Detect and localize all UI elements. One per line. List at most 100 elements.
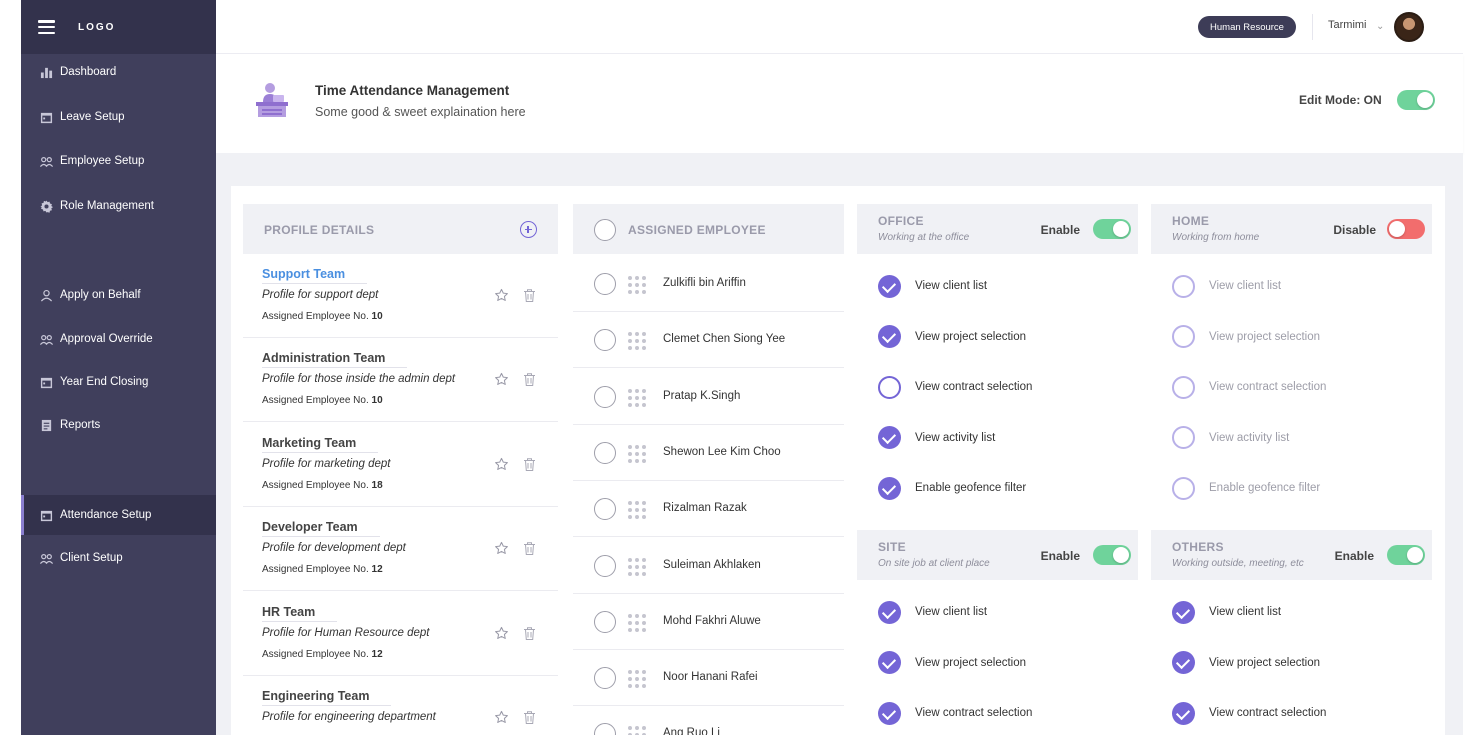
employee-select-radio[interactable] xyxy=(594,329,616,352)
star-icon[interactable] xyxy=(494,710,509,725)
profile-item[interactable]: Developer Team Profile for development de… xyxy=(243,507,558,592)
sidebar-item-leave-setup[interactable]: Leave Setup xyxy=(21,97,216,137)
sidebar-item-apply-on-behalf[interactable]: Apply on Behalf xyxy=(21,275,216,315)
profile-item[interactable]: HR Team Profile for Human Resource dept As… xyxy=(243,592,558,676)
drag-handle-icon[interactable] xyxy=(628,388,646,407)
avatar[interactable] xyxy=(1394,12,1424,42)
checkmark-icon[interactable] xyxy=(878,476,901,500)
profile-name[interactable]: HR Team xyxy=(262,605,338,622)
drag-handle-icon[interactable] xyxy=(628,444,646,463)
employee-row[interactable]: Clemet Chen Siong Yee xyxy=(573,312,844,369)
profile-name[interactable]: Developer Team xyxy=(262,520,380,538)
star-icon[interactable] xyxy=(494,288,509,303)
checkmark-icon[interactable] xyxy=(1172,600,1195,624)
trash-icon[interactable] xyxy=(523,541,536,556)
employee-row[interactable]: Zulkifli bin Ariffin xyxy=(573,256,844,312)
user-name[interactable]: Tarmimi xyxy=(1328,19,1367,31)
unchecked-circle-icon[interactable] xyxy=(1172,426,1195,450)
home-permission-view-project-selection[interactable]: View project selection xyxy=(1172,325,1320,349)
home-permission-view-client-list[interactable]: View client list xyxy=(1172,274,1281,298)
home-permission-enable-geofence-filter[interactable]: Enable geofence filter xyxy=(1172,476,1320,500)
unchecked-circle-icon[interactable] xyxy=(1172,274,1195,298)
sidebar-item-year-end-closing[interactable]: Year End Closing xyxy=(21,362,216,402)
unchecked-circle-icon[interactable] xyxy=(1172,375,1195,399)
site-permission-view-client-list[interactable]: View client list xyxy=(878,600,987,624)
select-all-radio[interactable] xyxy=(594,219,616,241)
office-enable-toggle[interactable] xyxy=(1093,219,1131,239)
employee-row[interactable]: Noor Hanani Rafei xyxy=(573,650,844,707)
home-enable-toggle[interactable] xyxy=(1387,219,1425,239)
employee-select-radio[interactable] xyxy=(594,610,616,633)
employee-select-radio[interactable] xyxy=(594,441,616,464)
site-permission-view-project-selection[interactable]: View project selection xyxy=(878,651,1026,675)
drag-handle-icon[interactable] xyxy=(628,276,646,294)
role-badge[interactable]: Human Resource xyxy=(1198,16,1296,38)
star-icon[interactable] xyxy=(494,457,509,472)
trash-icon[interactable] xyxy=(523,372,536,387)
employee-select-radio[interactable] xyxy=(594,554,616,577)
trash-icon[interactable] xyxy=(523,288,536,303)
others-permission-view-client-list[interactable]: View client list xyxy=(1172,600,1281,624)
checkmark-icon[interactable] xyxy=(878,274,901,298)
employee-select-radio[interactable] xyxy=(594,723,616,735)
profile-name[interactable]: Marketing Team xyxy=(262,436,379,453)
unchecked-circle-icon[interactable] xyxy=(878,375,901,399)
employee-row[interactable]: Pratap K.Singh xyxy=(573,369,844,425)
chevron-down-icon[interactable]: ⌄ xyxy=(1376,21,1384,32)
sidebar-item-reports[interactable]: Reports xyxy=(21,405,216,445)
profile-item[interactable]: Administration Team Profile for those ins… xyxy=(243,338,558,423)
drag-handle-icon[interactable] xyxy=(628,557,646,576)
checkmark-icon[interactable] xyxy=(878,426,901,450)
office-permission-view-activity-list[interactable]: View activity list xyxy=(878,426,995,450)
home-permission-view-activity-list[interactable]: View activity list xyxy=(1172,426,1289,450)
office-permission-enable-geofence-filter[interactable]: Enable geofence filter xyxy=(878,476,1026,500)
unchecked-circle-icon[interactable] xyxy=(1172,476,1195,500)
trash-icon[interactable] xyxy=(523,457,536,472)
checkmark-icon[interactable] xyxy=(1172,651,1195,675)
employee-row[interactable]: Rizalman Razak xyxy=(573,481,844,538)
unchecked-circle-icon[interactable] xyxy=(1172,325,1195,349)
sidebar-item-client-setup[interactable]: Client Setup xyxy=(21,538,216,578)
others-enable-toggle[interactable] xyxy=(1387,545,1425,565)
drag-handle-icon[interactable] xyxy=(628,501,646,520)
trash-icon[interactable] xyxy=(523,710,536,725)
profile-item[interactable]: Marketing Team Profile for marketing dept… xyxy=(243,423,558,507)
checkmark-icon[interactable] xyxy=(878,701,901,725)
site-enable-toggle[interactable] xyxy=(1093,545,1131,565)
sidebar-item-role-management[interactable]: Role Management xyxy=(21,186,216,226)
trash-icon[interactable] xyxy=(523,626,536,641)
others-permission-view-contract-selection[interactable]: View contract selection xyxy=(1172,701,1326,725)
others-permission-view-project-selection[interactable]: View project selection xyxy=(1172,651,1320,675)
checkmark-icon[interactable] xyxy=(878,325,901,349)
profile-name[interactable]: Support Team xyxy=(262,267,368,284)
add-profile-button[interactable] xyxy=(520,221,537,238)
drag-handle-icon[interactable] xyxy=(628,613,646,632)
star-icon[interactable] xyxy=(494,372,509,387)
profile-name[interactable]: Engineering Team xyxy=(262,689,392,706)
star-icon[interactable] xyxy=(494,541,509,556)
sidebar-item-employee-setup[interactable]: Employee Setup xyxy=(21,141,216,181)
hamburger-menu-icon[interactable] xyxy=(38,20,55,34)
profile-item[interactable]: Support Team Profile for support dept Assi… xyxy=(243,254,558,338)
sidebar-item-dashboard[interactable]: Dashboard xyxy=(21,52,216,92)
sidebar-item-attendance-setup[interactable]: Attendance Setup xyxy=(21,495,216,535)
office-permission-view-contract-selection[interactable]: View contract selection xyxy=(878,375,1032,399)
employee-select-radio[interactable] xyxy=(594,498,616,521)
office-permission-view-project-selection[interactable]: View project selection xyxy=(878,325,1026,349)
employee-row[interactable]: Ang Ruo Li xyxy=(573,706,844,735)
employee-row[interactable]: Shewon Lee Kim Choo xyxy=(573,425,844,481)
checkmark-icon[interactable] xyxy=(878,651,901,675)
employee-select-radio[interactable] xyxy=(594,273,616,295)
employee-select-radio[interactable] xyxy=(594,385,616,408)
edit-mode-toggle[interactable] xyxy=(1397,90,1435,110)
drag-handle-icon[interactable] xyxy=(628,670,646,689)
drag-handle-icon[interactable] xyxy=(628,332,646,351)
profile-name[interactable]: Administration Team xyxy=(262,351,408,369)
drag-handle-icon[interactable] xyxy=(628,726,646,735)
employee-row[interactable]: Mohd Fakhri Aluwe xyxy=(573,594,844,650)
office-permission-view-client-list[interactable]: View client list xyxy=(878,274,987,298)
home-permission-view-contract-selection[interactable]: View contract selection xyxy=(1172,375,1326,399)
sidebar-item-approval-override[interactable]: Approval Override xyxy=(21,319,216,359)
site-permission-view-contract-selection[interactable]: View contract selection xyxy=(878,701,1032,725)
employee-select-radio[interactable] xyxy=(594,667,616,690)
